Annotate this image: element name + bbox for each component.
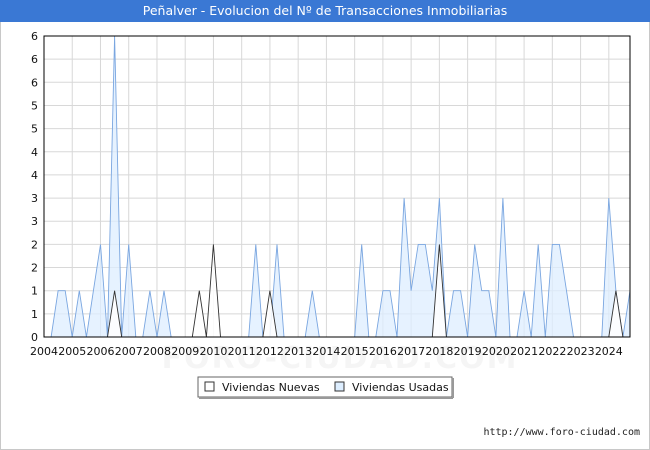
- x-tick-label: 2014: [312, 345, 340, 358]
- x-tick-label: 2016: [369, 345, 397, 358]
- y-tick-label: 6: [31, 76, 38, 89]
- legend-swatch-usadas: [334, 381, 345, 392]
- legend: Viviendas Nuevas Viviendas Usadas: [197, 376, 454, 399]
- y-tick-label: 4: [31, 146, 38, 159]
- y-tick-label: 5: [31, 99, 38, 112]
- x-tick-label: 2015: [341, 345, 369, 358]
- series-area-usadas: [51, 36, 631, 337]
- x-tick-label: 2009: [171, 345, 199, 358]
- y-tick-label: 5: [31, 123, 38, 136]
- y-tick-label: 2: [31, 238, 38, 251]
- source-url: http://www.foro-ciudad.com: [483, 427, 640, 438]
- series-layer: [50, 35, 631, 338]
- x-tick-label: 2021: [510, 345, 538, 358]
- x-tick-label: 2023: [567, 345, 595, 358]
- y-tick-label: 4: [31, 169, 38, 182]
- x-tick-label: 2010: [199, 345, 227, 358]
- x-tick-label: 2005: [58, 345, 86, 358]
- x-tick-label: 2008: [143, 345, 171, 358]
- x-tick-label: 2013: [284, 345, 312, 358]
- y-tick-label: 2: [31, 262, 38, 275]
- y-tick-label: 1: [31, 285, 38, 298]
- y-axis-ticks: 0 1 1 2 2 3 3 4 4 5 5 6 6 6: [31, 30, 38, 344]
- x-tick-label: 2022: [538, 345, 566, 358]
- legend-label-nuevas: Viviendas Nuevas: [222, 381, 320, 394]
- x-tick-label: 2020: [482, 345, 510, 358]
- x-tick-label: 2006: [86, 345, 114, 358]
- y-tick-label: 1: [31, 308, 38, 321]
- x-tick-label: 2007: [115, 345, 143, 358]
- x-tick-label: 2024: [595, 345, 623, 358]
- y-tick-label: 0: [31, 331, 38, 344]
- x-tick-label: 2011: [228, 345, 256, 358]
- y-tick-label: 3: [31, 192, 38, 205]
- chart-canvas: FORO-CIUDAD.COM 01122334455666 2004 2005 2…: [30, 30, 631, 399]
- x-tick-label: 2017: [397, 345, 425, 358]
- y-tick-label: 6: [31, 53, 38, 66]
- x-tick-label: 2018: [425, 345, 453, 358]
- x-tick-label: 2012: [256, 345, 284, 358]
- x-tick-label: 2019: [454, 345, 482, 358]
- x-axis-ticks: 2004 2005 2006 2007 2008 2009 2010 2011 2012 2013…: [30, 345, 623, 358]
- legend-swatch-nuevas: [204, 381, 215, 392]
- x-tick-label: 2004: [30, 345, 58, 358]
- y-tick-label: 6: [31, 30, 38, 43]
- y-tick-label: 3: [31, 215, 38, 228]
- legend-label-usadas: Viviendas Usadas: [352, 381, 449, 394]
- series-line-usadas: [50, 35, 631, 338]
